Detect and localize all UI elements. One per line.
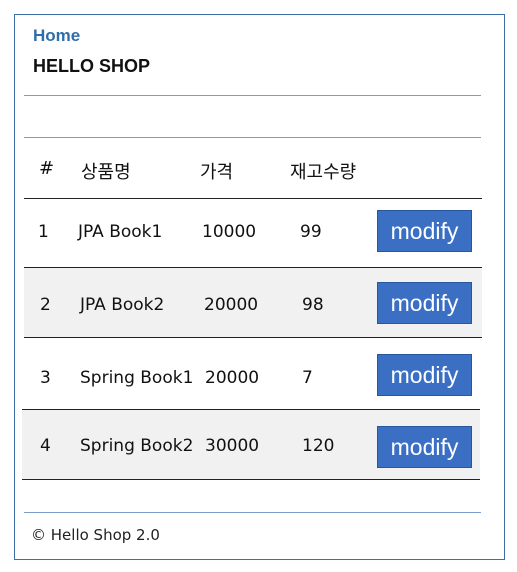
column-header-price: 가격 <box>200 162 234 183</box>
cell-id: 3 <box>40 368 51 388</box>
cell-price: 20000 <box>204 295 259 315</box>
cell-stock: 7 <box>302 368 313 388</box>
cell-stock: 120 <box>302 436 335 456</box>
cell-price: 30000 <box>205 436 260 456</box>
cell-name: JPA Book2 <box>80 295 165 315</box>
cell-id: 2 <box>40 295 51 315</box>
table-row: 3 Spring Book1 20000 7 modify <box>22 338 480 410</box>
cell-name: Spring Book2 <box>80 436 194 456</box>
content-divider <box>24 137 481 138</box>
cell-id: 4 <box>40 436 51 456</box>
home-link[interactable]: Home <box>33 26 80 46</box>
table-row: 4 Spring Book2 30000 120 modify <box>22 410 480 480</box>
column-header-name: 상품명 <box>81 162 131 183</box>
table-row: 2 JPA Book2 20000 98 modify <box>24 268 482 338</box>
column-header-id: # <box>39 158 55 179</box>
footer-divider <box>24 512 481 513</box>
table-header: # 상품명 가격 재고수량 <box>24 148 482 192</box>
cell-stock: 99 <box>300 222 322 242</box>
modify-button[interactable]: modify <box>377 426 472 468</box>
table-row: 1 JPA Book1 10000 99 modify <box>24 199 482 268</box>
cell-price: 10000 <box>202 222 257 242</box>
cell-price: 20000 <box>205 368 260 388</box>
modify-button[interactable]: modify <box>377 282 472 324</box>
footer-text: © Hello Shop 2.0 <box>31 526 160 544</box>
cell-name: JPA Book1 <box>78 222 163 242</box>
modify-button[interactable]: modify <box>377 354 472 396</box>
brand-title: HELLO SHOP <box>33 56 151 76</box>
cell-id: 1 <box>38 222 49 242</box>
modify-button[interactable]: modify <box>377 210 472 252</box>
column-header-stock: 재고수량 <box>290 162 357 183</box>
cell-name: Spring Book1 <box>80 368 194 388</box>
cell-stock: 98 <box>302 295 324 315</box>
header-divider <box>24 95 481 96</box>
